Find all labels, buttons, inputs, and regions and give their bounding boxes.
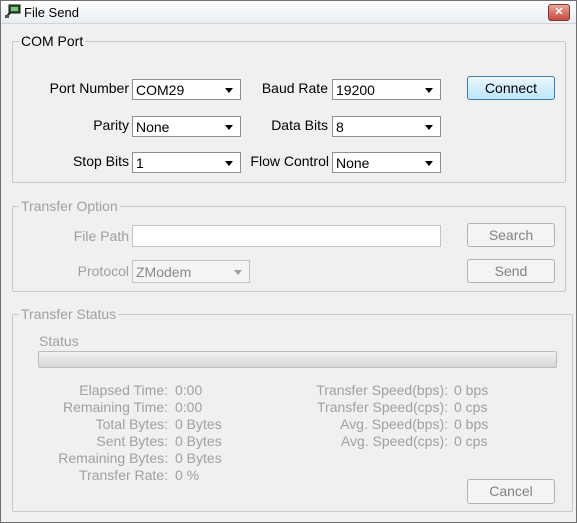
port-number-select[interactable]: COM29 [132, 79, 241, 100]
right-stat-value: 0 cps [454, 433, 488, 449]
protocol-value: ZModem [136, 264, 192, 280]
right-stat-label: Avg. Speed(cps): [340, 433, 448, 449]
baud-rate-value: 19200 [336, 82, 375, 98]
left-stat-value: 0 Bytes [175, 450, 222, 466]
com-port-legend: COM Port [19, 33, 86, 49]
app-icon [5, 4, 21, 18]
left-stat-label: Remaining Bytes: [58, 450, 168, 466]
flow-control-value: None [336, 155, 370, 171]
connect-button[interactable]: Connect [467, 76, 555, 100]
left-stat-label: Remaining Time: [62, 399, 168, 415]
file-send-window: File Send ✕ COM Port Port Number COM29 B… [0, 0, 577, 523]
chevron-down-icon [234, 270, 242, 275]
transfer-status-legend: Transfer Status [19, 306, 119, 322]
right-stat-label: Transfer Speed(bps): [316, 382, 448, 398]
right-stat-value: 0 bps [454, 382, 489, 398]
left-stat-value: 0 Bytes [175, 433, 222, 449]
transfer-option-legend: Transfer Option [19, 198, 120, 214]
transfer-progress-bar [38, 351, 557, 368]
chevron-down-icon [425, 161, 433, 166]
flow-control-label: Flow Control [250, 153, 329, 169]
protocol-select[interactable]: ZModem [132, 260, 250, 283]
right-stat-value: 0 cps [454, 399, 488, 415]
left-stat-value: 0 Bytes [175, 416, 222, 432]
port-number-label: Port Number [49, 80, 129, 96]
data-bits-label: Data Bits [271, 117, 328, 133]
left-stat-label: Total Bytes: [95, 416, 168, 432]
status-label: Status [39, 333, 79, 349]
flow-control-select[interactable]: None [332, 152, 441, 173]
parity-select[interactable]: None [132, 116, 241, 137]
title-bar[interactable]: File Send ✕ [1, 1, 576, 24]
parity-label: Parity [93, 117, 129, 133]
file-path-label: File Path [73, 228, 129, 244]
search-button[interactable]: Search [467, 223, 555, 247]
stop-bits-label: Stop Bits [72, 153, 129, 169]
cancel-button[interactable]: Cancel [467, 479, 555, 504]
send-button[interactable]: Send [467, 259, 555, 283]
stop-bits-value: 1 [136, 155, 144, 171]
chevron-down-icon [225, 125, 233, 130]
data-bits-select[interactable]: 8 [332, 116, 441, 137]
chevron-down-icon [225, 88, 233, 93]
left-stat-label: Sent Bytes: [96, 433, 168, 449]
chevron-down-icon [225, 161, 233, 166]
parity-value: None [136, 119, 170, 135]
right-stat-label: Avg. Speed(bps): [340, 416, 448, 432]
file-path-input[interactable] [132, 225, 441, 247]
chevron-down-icon [425, 88, 433, 93]
protocol-label: Protocol [77, 263, 129, 279]
right-stat-value: 0 bps [454, 416, 489, 432]
close-icon: ✕ [554, 6, 564, 18]
left-stat-value: 0:00 [175, 399, 203, 415]
left-stat-value: 0:00 [175, 382, 203, 398]
stop-bits-select[interactable]: 1 [132, 152, 241, 173]
left-stat-label: Transfer Rate: [79, 467, 168, 483]
close-button[interactable]: ✕ [548, 4, 570, 21]
baud-rate-label: Baud Rate [261, 80, 328, 96]
window-title: File Send [24, 5, 79, 20]
right-stat-label: Transfer Speed(cps): [317, 399, 448, 415]
baud-rate-select[interactable]: 19200 [332, 79, 441, 100]
data-bits-value: 8 [336, 119, 344, 135]
left-stat-value: 0 % [175, 467, 200, 483]
chevron-down-icon [425, 125, 433, 130]
port-number-value: COM29 [136, 82, 185, 98]
left-stat-label: Elapsed Time: [79, 382, 168, 398]
